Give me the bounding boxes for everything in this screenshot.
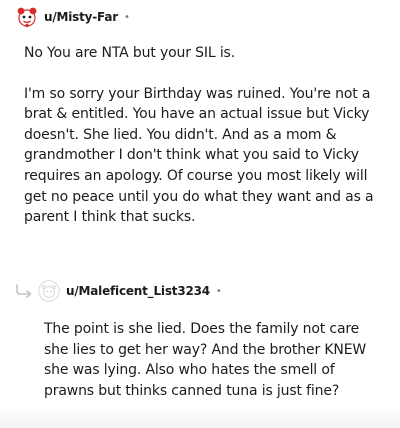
comment-paragraph: No You are NTA but your SIL is. — [24, 45, 236, 61]
comment-paragraph: I'm so sorry your Birthday was ruined. Y… — [24, 85, 374, 226]
separator-dot: • — [123, 11, 130, 23]
comment-author-link[interactable]: u/Maleficent_List3234 — [66, 284, 210, 298]
comment-body: No You are NTA but your SIL is. I'm so s… — [24, 43, 374, 248]
comment-paragraph: The point is she lied. Does the family n… — [44, 321, 367, 399]
default-avatar-icon[interactable] — [38, 280, 60, 302]
snoo-avatar-icon[interactable] — [16, 6, 38, 28]
separator-dot: • — [215, 285, 222, 297]
reply-arrow-icon — [14, 283, 34, 299]
reply-header: u/Maleficent_List3234 • — [14, 280, 222, 302]
reply-body: The point is she lied. Does the family n… — [44, 319, 380, 401]
bottom-fade — [0, 404, 400, 428]
comment-author-link[interactable]: u/Misty-Far — [44, 10, 118, 24]
comment-header: u/Misty-Far • — [16, 6, 130, 28]
